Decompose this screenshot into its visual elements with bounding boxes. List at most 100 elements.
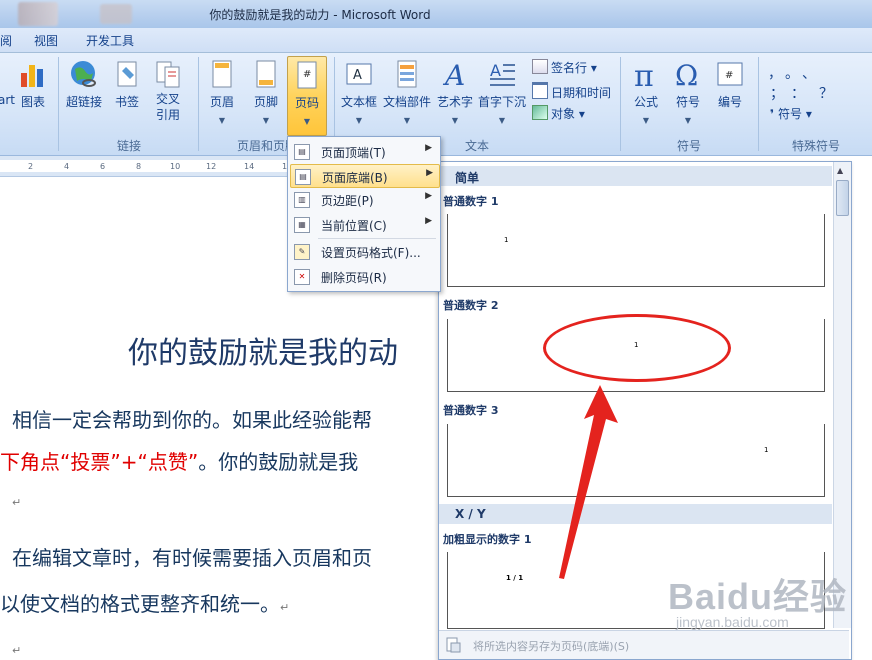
page-number-button[interactable]: # 页码 ▼	[287, 56, 327, 136]
svg-text:A: A	[353, 68, 362, 83]
header-button[interactable]: 页眉 ▼	[204, 59, 240, 125]
page-bottom-icon: ▤	[295, 169, 311, 185]
bookmark-button[interactable]: 书签	[110, 59, 144, 110]
chart-partial-label: art	[0, 93, 15, 107]
menu-item-remove-page-numbers[interactable]: ✕ 删除页码(R)	[290, 265, 438, 287]
scroll-up-icon[interactable]: ▲	[837, 166, 843, 175]
menu-item-page-margins[interactable]: ▥ 页边距(P) ▶	[290, 188, 438, 210]
symbol-button[interactable]: Ω 符号 ▼	[669, 59, 707, 125]
omega-icon: Ω	[675, 59, 698, 89]
menu-item-top-of-page[interactable]: ▤ 页面顶端(T) ▶	[290, 140, 438, 162]
quick-parts-button[interactable]: 文档部件 ▼	[382, 59, 432, 125]
svg-text:Ω: Ω	[675, 59, 698, 89]
remove-page-number-icon: ✕	[294, 269, 310, 285]
scroll-thumb[interactable]	[836, 180, 849, 216]
gallery-item-label: 普通数字 3	[443, 404, 499, 417]
page-top-icon: ▤	[294, 144, 310, 160]
menu-item-bottom-of-page[interactable]: ▤ 页面底端(B) ▶	[290, 164, 440, 188]
svg-text:A: A	[490, 61, 501, 80]
cross-reference-icon	[156, 61, 180, 88]
gallery-item-label: 加粗显示的数字 1	[443, 533, 532, 546]
globe-link-icon	[71, 61, 96, 87]
quick-parts-icon	[397, 60, 417, 88]
paragraph-mark: ↵	[280, 601, 290, 614]
object-button[interactable]: 对象 ▾	[532, 105, 585, 122]
textbox-icon: A	[346, 63, 372, 85]
dropcap-icon: A	[490, 61, 515, 86]
footer-button[interactable]: 页脚 ▼	[248, 59, 284, 125]
current-position-icon: ▦	[294, 217, 310, 233]
ruler-tick: 4	[64, 162, 70, 171]
special-group-label: 特殊符号	[791, 139, 840, 153]
save-as-page-number-text: 将所选内容另存为页码(底端)(S)	[473, 640, 630, 653]
svg-text:A: A	[442, 59, 465, 89]
bookmark-icon	[117, 61, 137, 87]
annotation-arrow-icon	[559, 385, 618, 579]
gallery-scrollbar[interactable]: ▲	[833, 162, 851, 628]
baidu-watermark: Baidu经验 jingyan.baidu.com	[668, 568, 848, 638]
numbering-button[interactable]: # 编号	[711, 59, 749, 110]
highlighted-vote-text: 下角点“投票”+“点赞”	[0, 450, 199, 474]
textbox-button[interactable]: A 文本框 ▼	[340, 59, 378, 125]
signature-line-button[interactable]: 签名行 ▾	[532, 59, 597, 76]
special-punct-row2[interactable]: ；：？	[770, 83, 847, 103]
ruler-tick: 2	[28, 162, 34, 171]
signature-icon	[532, 59, 548, 74]
dropcap-button[interactable]: A 首字下沉 ▼	[477, 59, 527, 125]
equation-button[interactable]: π 公式 ▼	[627, 59, 665, 125]
paragraph-line: 相信一定会帮助到你的。如果此经验能帮	[12, 408, 372, 432]
gallery-item-label: 普通数字 1	[443, 195, 499, 208]
paragraph-text: 以使文档的格式更整齐和统一。	[0, 592, 280, 616]
links-group-label: 链接	[116, 139, 141, 153]
save-selection-icon	[446, 637, 461, 653]
paragraph-mark: ↵	[12, 644, 22, 657]
chart-button[interactable]: 图表	[16, 59, 50, 110]
ruler-tick: 8	[136, 162, 142, 171]
watermark-url: jingyan.baidu.com	[676, 614, 789, 630]
ruler-tick: 6	[100, 162, 106, 171]
object-icon	[532, 105, 548, 120]
gallery-item-plain-number-1[interactable]: 1	[447, 214, 825, 287]
paragraph-line: 下角点“投票”+“点赞”。你的鼓励就是我	[0, 446, 358, 475]
pi-icon: π	[634, 59, 654, 89]
paragraph-text: 。你的鼓励就是我	[198, 450, 359, 474]
document-heading: 你的鼓励就是我的动	[128, 336, 398, 371]
calendar-icon	[532, 82, 548, 99]
cross-reference-button[interactable]: 交叉 引用	[150, 59, 186, 123]
symbols-group-label: 符号	[676, 139, 701, 153]
gallery-item-label: 普通数字 2	[443, 299, 499, 312]
submenu-arrow-icon: ▶	[425, 191, 432, 201]
annotation-ellipse	[543, 314, 731, 382]
ruler-tick: 10	[170, 162, 181, 171]
tab-view[interactable]: 视图	[34, 32, 58, 49]
date-time-button[interactable]: 日期和时间	[532, 82, 611, 101]
bar-chart-icon	[21, 65, 43, 87]
ruler-tick: 12	[206, 162, 217, 171]
paragraph-mark: ↵	[12, 496, 22, 509]
ruler-tick: 14	[244, 162, 255, 171]
gallery-section-simple: 简单	[439, 166, 832, 186]
page-margin-icon: ▥	[294, 192, 310, 208]
svg-text:#: #	[303, 69, 311, 80]
hyperlink-button[interactable]: 超链接	[64, 59, 104, 110]
wordart-button[interactable]: A 艺术字 ▼	[436, 59, 474, 125]
submenu-arrow-icon: ▶	[425, 216, 432, 226]
svg-text:#: #	[725, 70, 733, 81]
special-symbol-dropdown[interactable]: ❜ 符号 ▾	[770, 105, 812, 122]
header-page-icon	[212, 60, 232, 88]
wordart-icon: A	[442, 59, 465, 89]
page-number-preview: 1 / 1	[506, 574, 524, 582]
menu-item-current-position[interactable]: ▦ 当前位置(C) ▶	[290, 213, 438, 235]
number-page-icon: #	[717, 62, 743, 86]
submenu-arrow-icon: ▶	[426, 168, 433, 178]
tab-review[interactable]: 阅	[0, 32, 12, 49]
special-punct-row1[interactable]: ，。、	[768, 63, 826, 83]
gallery-item-plain-number-3[interactable]: 1	[447, 424, 825, 497]
page-number-preview: 1	[504, 236, 509, 244]
paragraph-line: 以使文档的格式更整齐和统一。↵	[0, 588, 289, 617]
format-page-number-icon: ✎	[294, 244, 310, 260]
page-number-menu: ▤ 页面顶端(T) ▶ ▤ 页面底端(B) ▶ ▥ 页边距(P) ▶ ▦ 当前位置(C) ▶ ✎…	[287, 136, 441, 292]
title-bar: 你的鼓励就是我的动力 - Microsoft Word	[0, 0, 872, 28]
tab-developer[interactable]: 开发工具	[86, 32, 134, 49]
menu-item-format-page-numbers[interactable]: ✎ 设置页码格式(F)...	[290, 240, 438, 262]
